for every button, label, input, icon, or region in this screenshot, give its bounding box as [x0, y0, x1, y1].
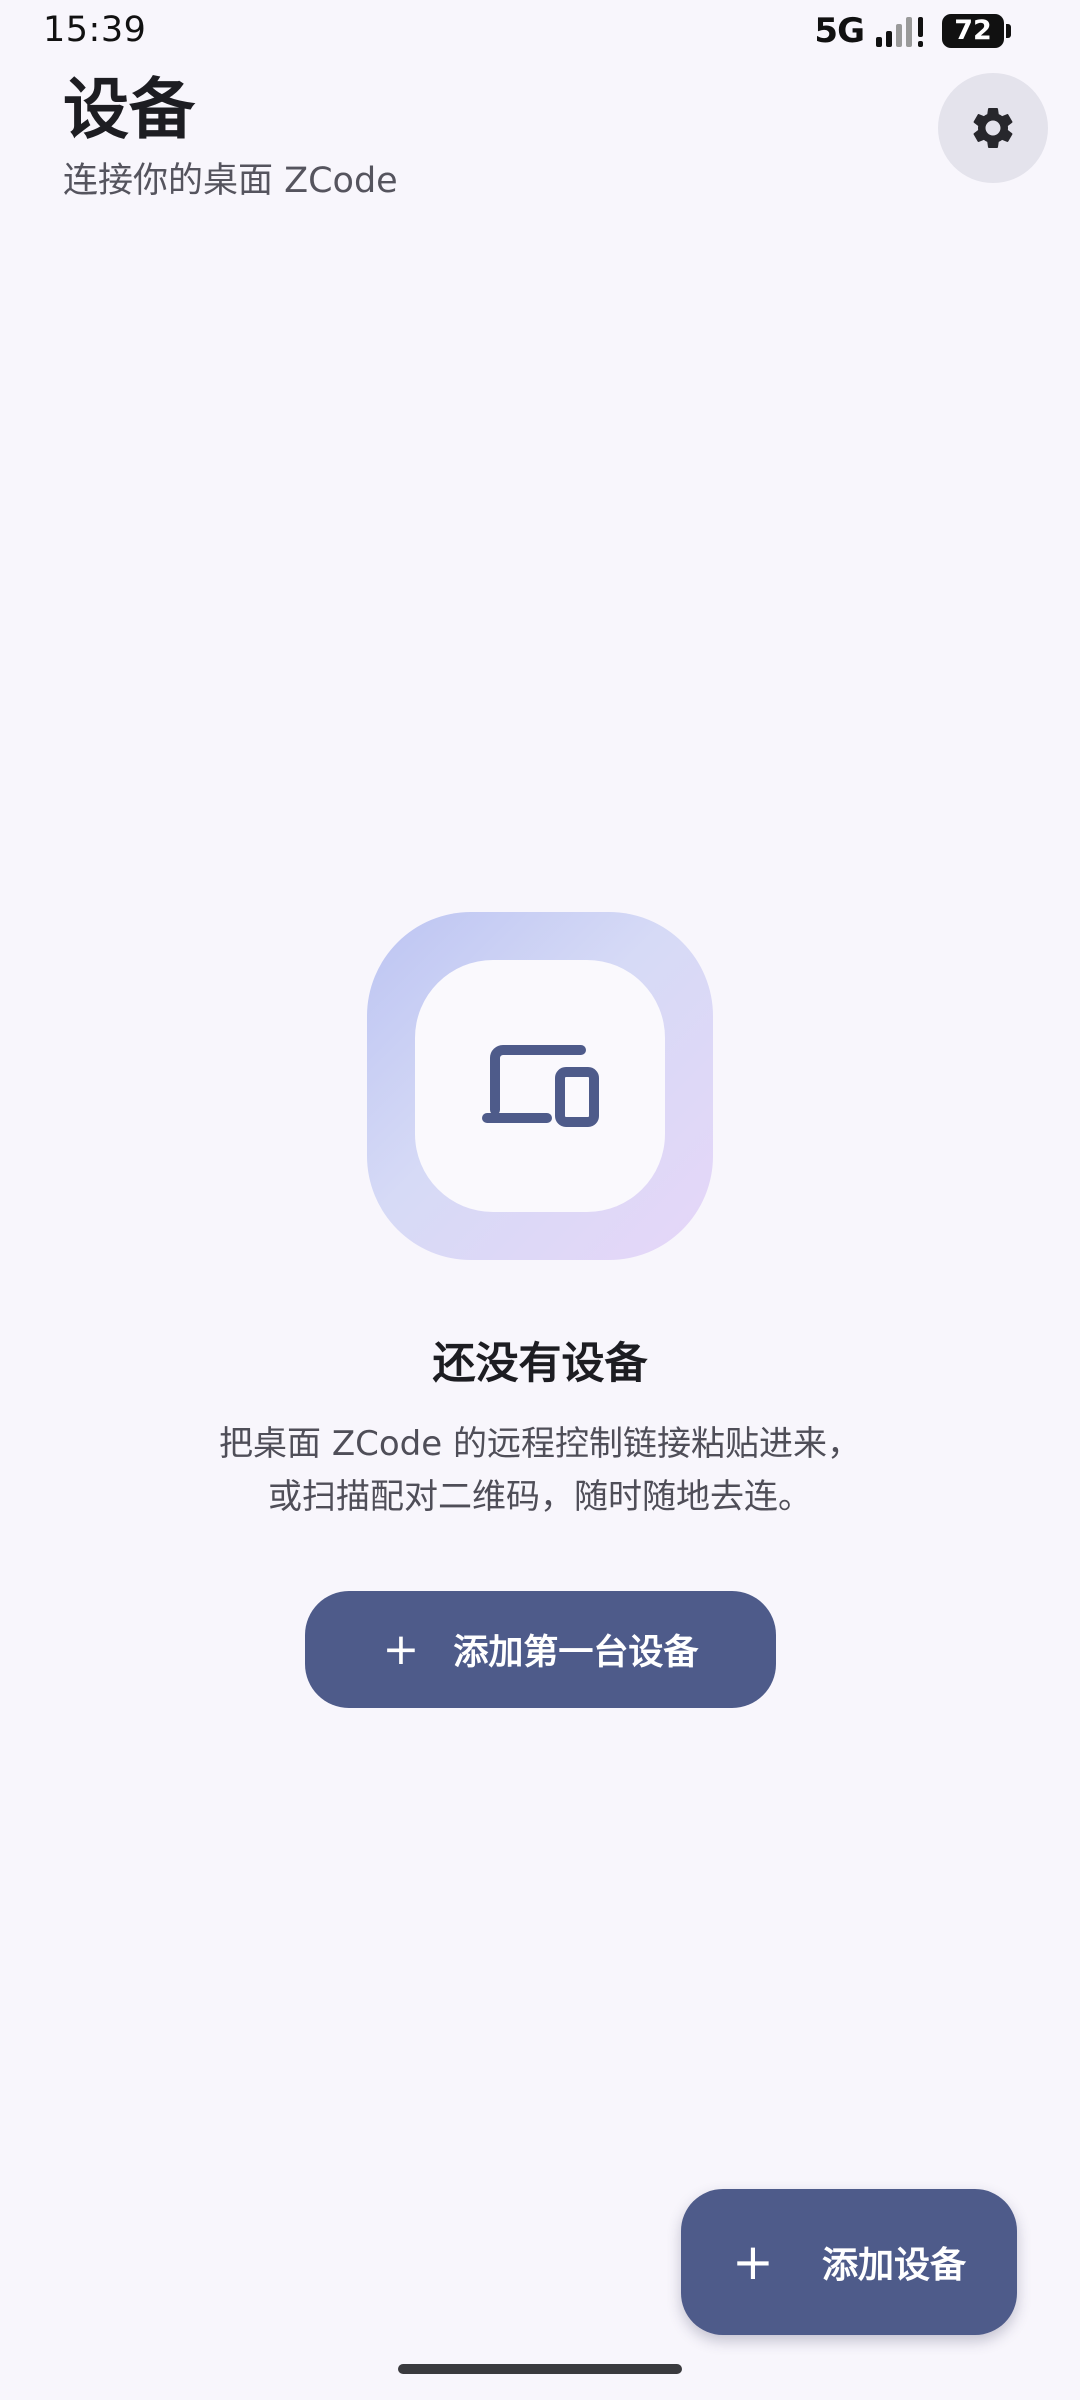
empty-state-icon-container	[415, 960, 665, 1212]
devices-icon	[482, 1045, 599, 1127]
signal-icon	[876, 17, 923, 47]
plus-icon: +	[382, 1623, 420, 1675]
plus-icon: +	[732, 2233, 774, 2291]
settings-button[interactable]	[938, 73, 1048, 183]
add-first-device-button[interactable]: + 添加第一台设备	[305, 1591, 776, 1708]
gesture-navigation-bar[interactable]	[398, 2364, 682, 2374]
page-title: 设备	[63, 71, 195, 148]
status-icons: 5G 72	[814, 10, 1011, 52]
empty-state-description-line: 把桌面 ZCode 的远程控制链接粘贴进来，	[219, 1424, 861, 1464]
empty-state-description: 把桌面 ZCode 的远程控制链接粘贴进来， 或扫描配对二维码，随时随地去连。	[0, 1418, 1080, 1524]
battery-level: 72	[954, 15, 992, 46]
empty-state-title: 还没有设备	[432, 1339, 648, 1389]
add-first-device-label: 添加第一台设备	[453, 1633, 699, 1673]
add-device-fab[interactable]: + 添加设备	[681, 2189, 1017, 2335]
empty-state-illustration	[367, 912, 713, 1260]
status-time: 15:39	[43, 10, 147, 50]
page-subtitle: 连接你的桌面 ZCode	[63, 161, 398, 201]
empty-state-description-line: 或扫描配对二维码，随时随地去连。	[268, 1477, 812, 1517]
network-type: 5G	[814, 11, 865, 51]
status-bar: 15:39 5G 72	[0, 0, 1080, 62]
battery-icon: 72	[942, 14, 1011, 48]
add-device-label: 添加设备	[821, 2245, 966, 2286]
gear-icon	[973, 107, 1013, 148]
